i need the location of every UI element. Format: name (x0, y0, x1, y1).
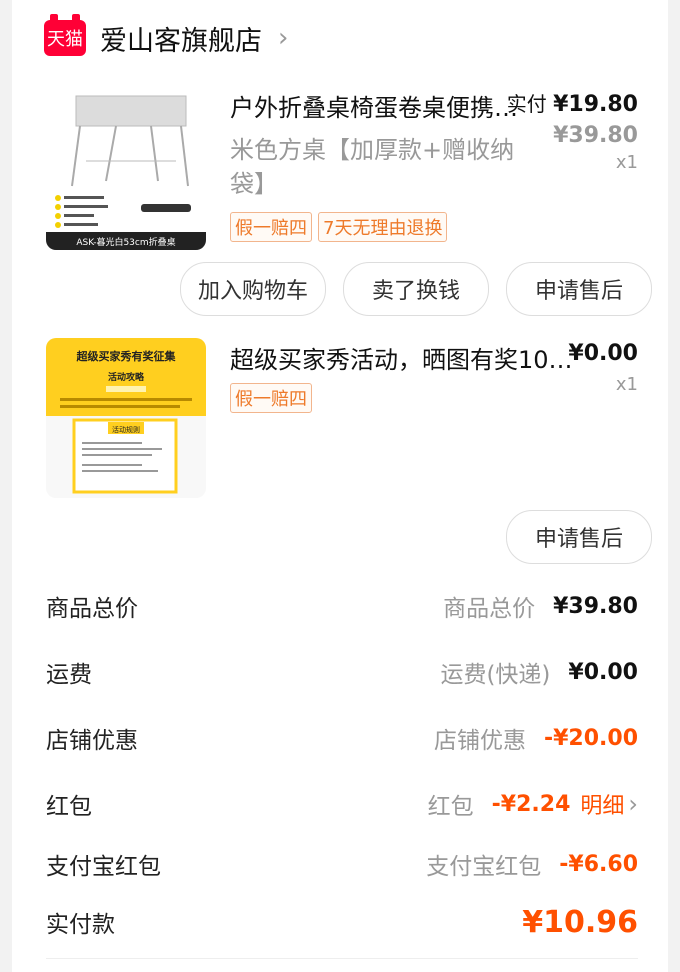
summary-label: 商品总价 (46, 596, 138, 622)
folding-table-image: ASK-暮光白53cm折叠桌 (46, 86, 206, 250)
summary-row-total-paid: 实付款 ¥10.96 (46, 902, 638, 942)
summary-sublabel: 支付宝红包 (426, 854, 542, 880)
item-sku: 米色方桌【加厚款+赠收纳袋】 (230, 136, 515, 198)
quantity: x1 (615, 152, 638, 173)
summary-value: -¥20.00 (543, 725, 638, 751)
tmall-logo-icon: 天猫 (44, 14, 86, 56)
summary-label: 店铺优惠 (46, 728, 138, 754)
total-value: ¥10.96 (522, 904, 638, 940)
tag-fake-compensation: 假一赔四 (230, 383, 312, 413)
summary-sublabel: 商品总价 (443, 596, 536, 622)
paid-price: ¥19.80 (553, 92, 638, 117)
chevron-right-icon: › (278, 23, 289, 53)
svg-text:活动规则: 活动规则 (112, 425, 140, 434)
paid-label: 实付 (506, 92, 547, 116)
item-title[interactable]: 超级买家秀活动，晒图有奖10… (230, 340, 590, 375)
svg-text:超级买家秀有奖征集: 超级买家秀有奖征集 (76, 349, 177, 363)
tag-fake-compensation: 假一赔四 (230, 212, 312, 242)
summary-label: 运费 (46, 662, 92, 688)
summary-row-shipping: 运费 运费(快递) ¥0.00 (46, 652, 638, 692)
order-card: 天猫 爱山客旗舰店 › ASK-暮光白53cm折叠桌 户外折叠桌椅蛋卷桌便携… (12, 0, 668, 972)
total-label: 实付款 (46, 912, 115, 938)
quantity: x1 (615, 374, 638, 395)
tag-7day-return: 7天无理由退换 (318, 212, 448, 242)
item-title[interactable]: 户外折叠桌椅蛋卷桌便携… (230, 88, 538, 123)
shop-header[interactable]: 天猫 爱山客旗舰店 › (44, 14, 289, 58)
summary-label: 支付宝红包 (46, 854, 161, 880)
svg-text:ASK-暮光白53cm折叠桌: ASK-暮光白53cm折叠桌 (76, 236, 175, 248)
summary-value: ¥0.00 (568, 659, 638, 685)
summary-row-alipay-red-packet: 支付宝红包 支付宝红包 -¥6.60 (46, 844, 638, 884)
summary-row-shop-discount: 店铺优惠 店铺优惠 -¥20.00 (46, 718, 638, 758)
details-link[interactable]: 明细 (580, 788, 624, 820)
add-to-cart-button[interactable]: 加入购物车 (180, 262, 326, 316)
apply-after-sales-button[interactable]: 申请售后 (506, 262, 652, 316)
summary-sublabel: 红包 (427, 794, 474, 820)
product-image-promo[interactable]: 超级买家秀有奖征集 活动攻略 活动规则 (46, 338, 206, 498)
summary-value: -¥6.60 (559, 851, 638, 877)
sell-for-cash-button[interactable]: 卖了换钱 (343, 262, 489, 316)
original-price: ¥39.80 (553, 123, 638, 148)
summary-value: ¥39.80 (553, 593, 638, 619)
summary-row-goods-total: 商品总价 商品总价 ¥39.80 (46, 586, 638, 626)
apply-after-sales-button[interactable]: 申请售后 (506, 510, 652, 564)
divider (46, 958, 638, 959)
item-price: ¥0.00 (568, 341, 638, 366)
shop-name: 爱山客旗舰店 (100, 25, 262, 57)
summary-sublabel: 运费(快递) (440, 662, 551, 688)
product-image-table[interactable]: ASK-暮光白53cm折叠桌 (46, 86, 206, 250)
item-price-block: 实付 ¥19.80 ¥39.80 x1 (507, 90, 638, 173)
item-price-block: ¥0.00 x1 (568, 340, 638, 395)
summary-value: -¥2.24 (491, 791, 571, 817)
promo-image: 超级买家秀有奖征集 活动攻略 活动规则 (46, 338, 206, 498)
summary-row-red-packet[interactable]: 红包 红包 -¥2.24 明细 › (46, 784, 638, 824)
summary-label: 红包 (46, 794, 92, 820)
chevron-right-icon: › (628, 790, 638, 818)
summary-sublabel: 店铺优惠 (433, 728, 526, 754)
svg-text:活动攻略: 活动攻略 (108, 371, 145, 383)
